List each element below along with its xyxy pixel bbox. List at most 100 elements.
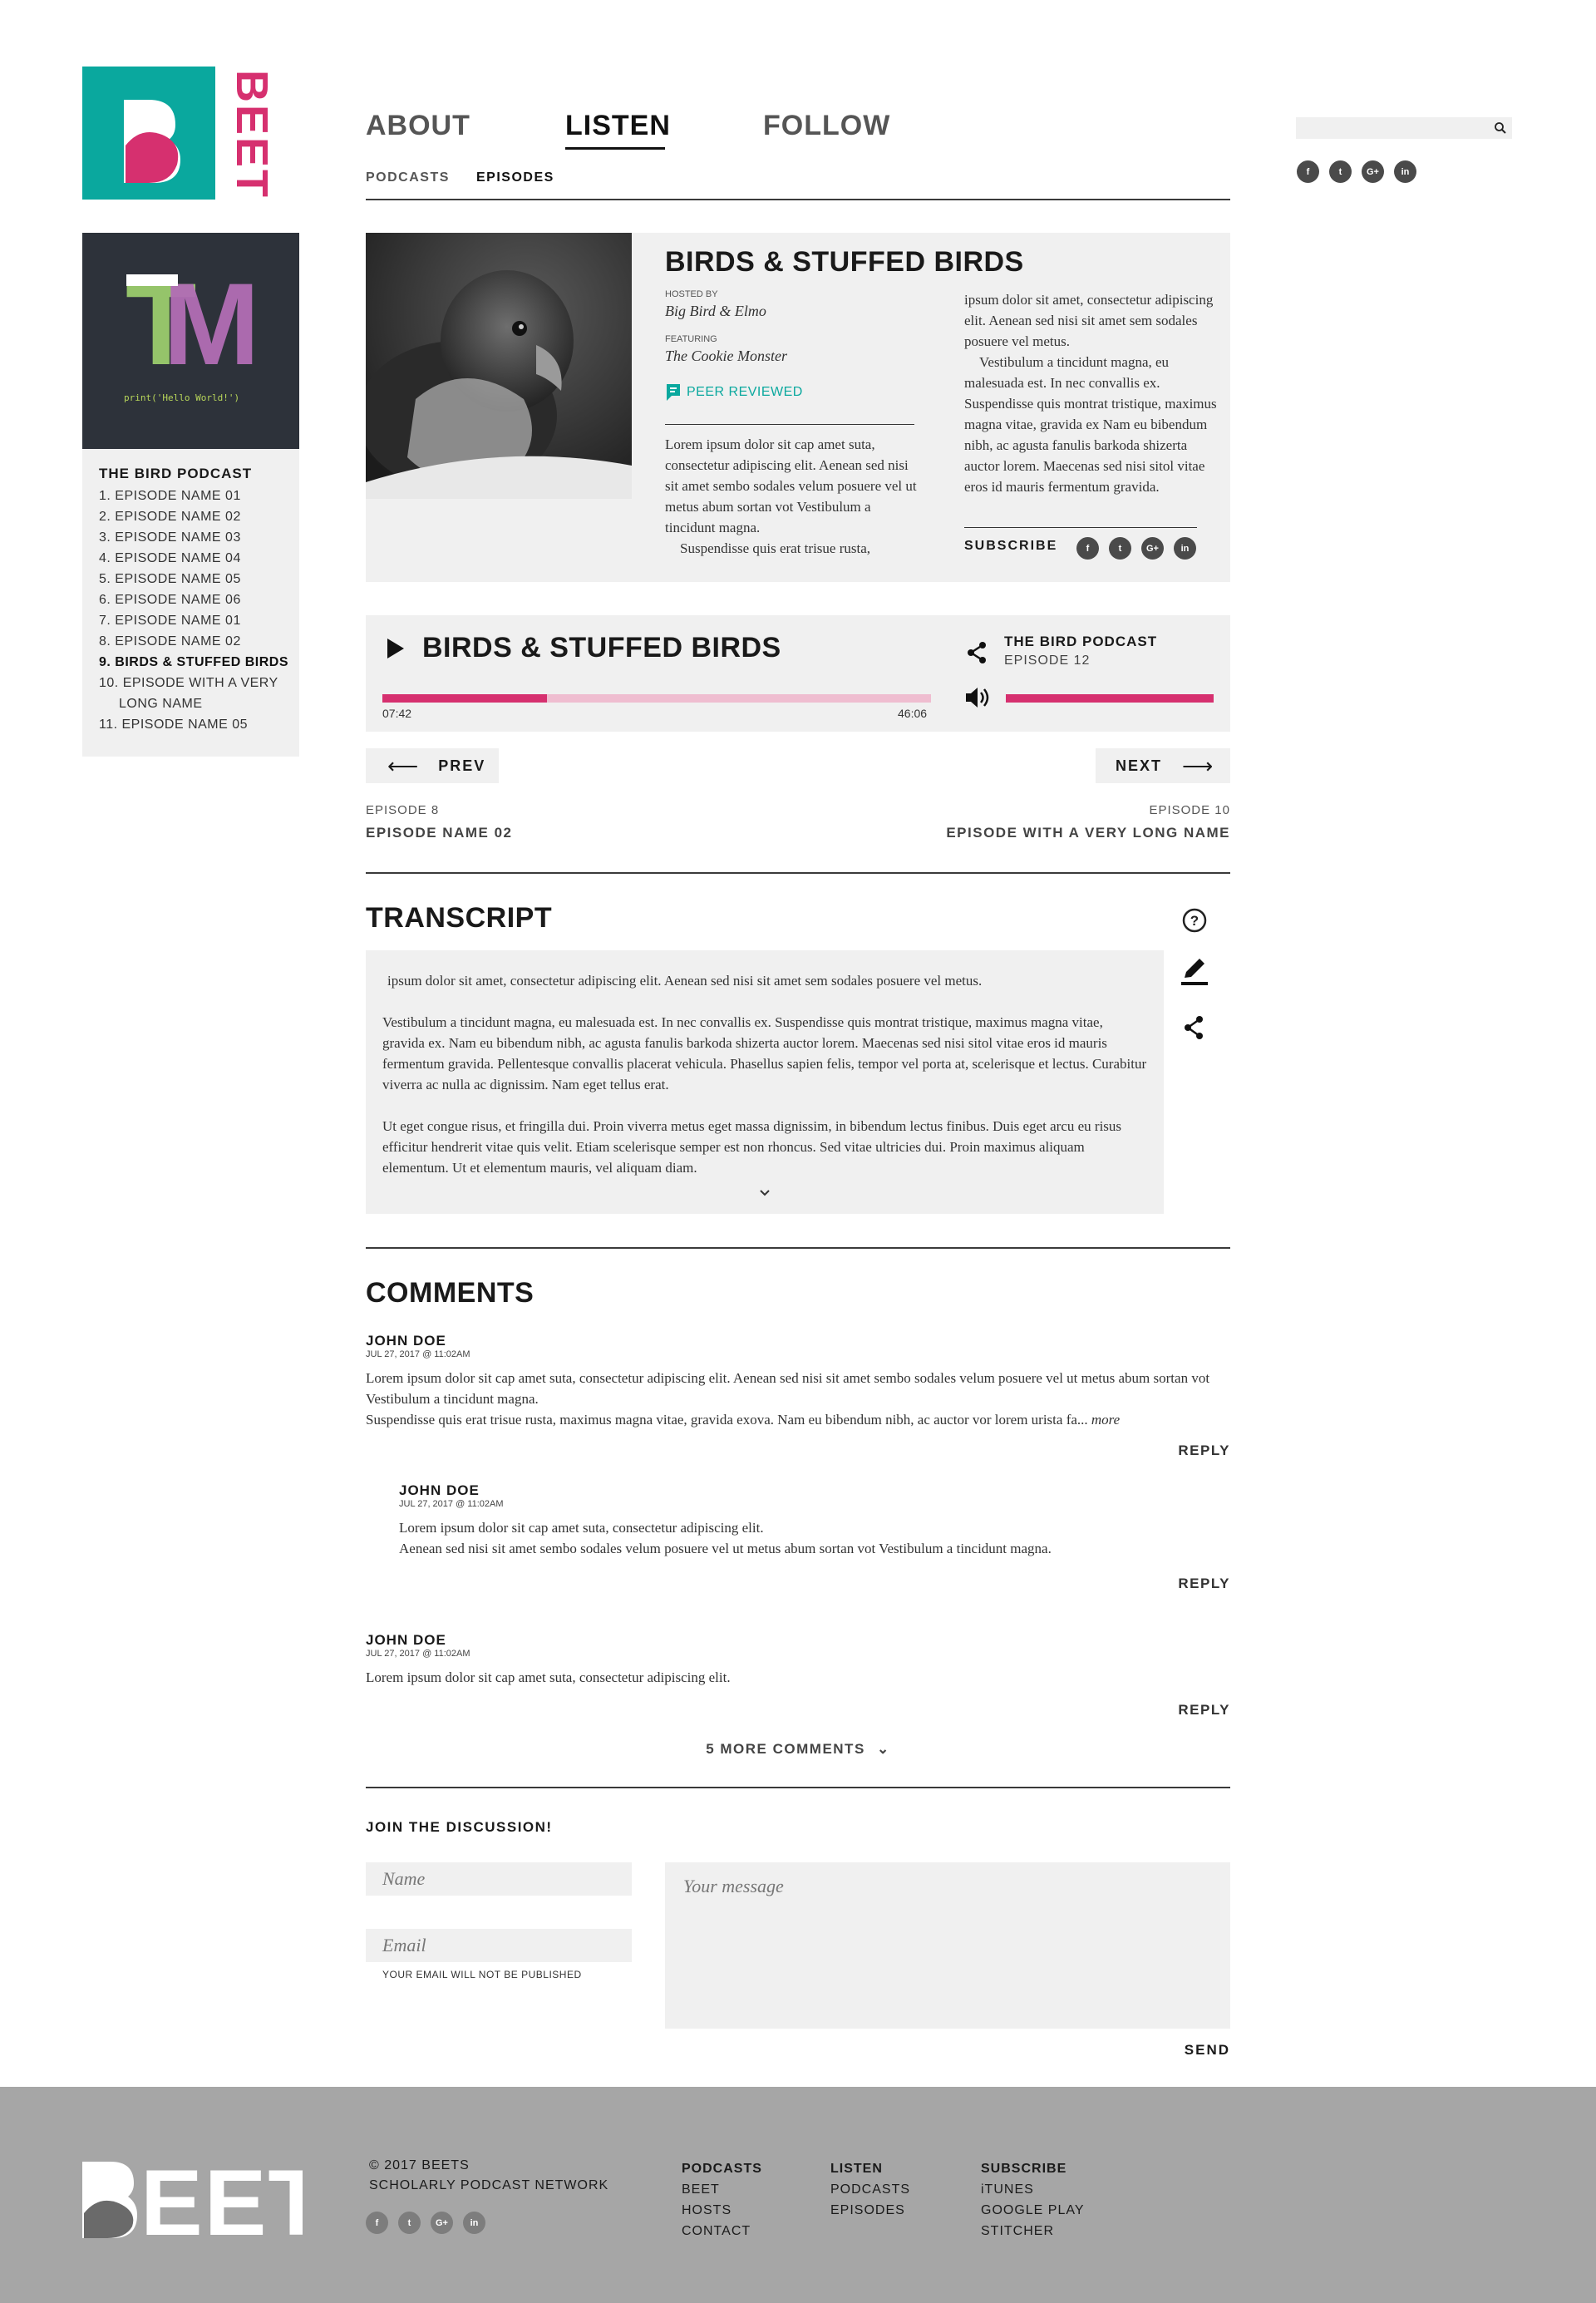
nav-listen[interactable]: LISTEN xyxy=(565,110,671,142)
volume-track[interactable] xyxy=(1006,694,1214,703)
twitter-icon[interactable]: t xyxy=(1329,160,1352,183)
transcript-paragraph: Ut eget congue risus, et fringilla dui. … xyxy=(382,1118,1122,1176)
volume-icon[interactable] xyxy=(964,685,991,710)
help-icon[interactable]: ? xyxy=(1181,907,1208,934)
episode-list-item-active[interactable]: 9. BIRDS & STUFFED BIRDS xyxy=(99,652,290,673)
description-left-text: Lorem ipsum dolor sit cap amet suta, con… xyxy=(665,436,917,535)
next-episode-name[interactable]: EPISODE WITH A VERY LONG NAME xyxy=(946,825,1230,841)
play-icon[interactable] xyxy=(386,637,406,660)
googleplus-icon[interactable]: G+ xyxy=(1362,160,1384,183)
twitter-icon[interactable]: t xyxy=(1109,537,1131,560)
reply-button[interactable]: REPLY xyxy=(1178,1702,1230,1719)
transcript-heading: TRANSCRIPT xyxy=(366,902,553,934)
footer-link[interactable]: CONTACT xyxy=(682,2221,762,2241)
footer-link[interactable]: GOOGLE PLAY xyxy=(981,2200,1085,2221)
googleplus-icon[interactable]: G+ xyxy=(431,2212,453,2234)
facebook-icon[interactable]: f xyxy=(1076,537,1099,560)
episode-list-item[interactable]: 4. EPISODE NAME 04 xyxy=(99,548,290,569)
episode-list-item[interactable]: 10. EPISODE WITH A VERY xyxy=(99,673,290,693)
message-field[interactable]: Your message xyxy=(665,1862,1230,2029)
transcript-paragraph: ipsum dolor sit amet, consectetur adipis… xyxy=(387,973,983,989)
episode-list-item[interactable]: 3. EPISODE NAME 03 xyxy=(99,527,290,548)
comment-text: Aenean sed nisi sit amet sembo sodales v… xyxy=(399,1541,1052,1556)
progress-track[interactable] xyxy=(382,694,931,703)
footer-logo[interactable]: EET xyxy=(82,2151,325,2255)
episode-title: BIRDS & STUFFED BIRDS xyxy=(665,246,1024,278)
comment: JOHN DOE JUL 27, 2017 @ 11:02AM Lorem ip… xyxy=(366,1333,1230,1458)
episode-list-item[interactable]: 2. EPISODE NAME 02 xyxy=(99,506,290,527)
subscribe-social-icons: f t G+ in xyxy=(1076,537,1206,560)
facebook-icon[interactable]: f xyxy=(1297,160,1319,183)
comment-text-line: Suspendisse quis erat trisue rusta, maxi… xyxy=(366,1409,1230,1430)
prev-episode-name[interactable]: EPISODE NAME 02 xyxy=(366,825,513,841)
read-more-link[interactable]: more xyxy=(1091,1412,1120,1428)
footer-column-heading[interactable]: PODCASTS xyxy=(682,2158,762,2179)
episode-list-item[interactable]: 1. EPISODE NAME 01 xyxy=(99,486,290,506)
twitter-icon[interactable]: t xyxy=(398,2212,421,2234)
name-field[interactable]: Name xyxy=(366,1862,632,1896)
episode-list-item[interactable]: 11. EPISODE NAME 05 xyxy=(99,714,290,735)
search-icon[interactable] xyxy=(1494,121,1507,135)
facebook-icon[interactable]: f xyxy=(366,2212,388,2234)
share-icon[interactable] xyxy=(964,640,989,665)
search-input[interactable] xyxy=(1296,117,1512,139)
episode-list-item[interactable]: 8. EPISODE NAME 02 xyxy=(99,631,290,652)
name-placeholder: Name xyxy=(382,1868,426,1889)
episode-list-item[interactable]: 7. EPISODE NAME 01 xyxy=(99,610,290,631)
comment-text: Lorem ipsum dolor sit cap amet suta, con… xyxy=(366,1370,1210,1407)
footer-link[interactable]: BEET xyxy=(682,2179,762,2200)
subscribe-label: SUBSCRIBE xyxy=(964,539,1058,553)
description-right-text: ipsum dolor sit amet, consectetur adipis… xyxy=(964,292,1214,349)
prev-episode-number: EPISODE 8 xyxy=(366,803,440,817)
featuring-label: FEATURING xyxy=(665,334,717,344)
discussion-heading: JOIN THE DISCUSSION! xyxy=(366,1819,553,1835)
nav-follow[interactable]: FOLLOW xyxy=(763,110,890,142)
logo[interactable]: BEET xyxy=(82,67,282,201)
chevron-down-icon[interactable] xyxy=(758,1188,771,1198)
footer-link[interactable]: STITCHER xyxy=(981,2221,1085,2241)
footer-column-heading[interactable]: SUBSCRIBE xyxy=(981,2158,1085,2179)
footer-column-listen: LISTEN PODCASTS EPISODES xyxy=(830,2158,910,2221)
subnav-episodes[interactable]: EPISODES xyxy=(476,170,554,185)
linkedin-icon[interactable]: in xyxy=(1394,160,1416,183)
nav-about[interactable]: ABOUT xyxy=(366,110,470,142)
share-icon[interactable] xyxy=(1181,1014,1206,1041)
footer-link[interactable]: HOSTS xyxy=(682,2200,762,2221)
email-field[interactable]: Email xyxy=(366,1929,632,1962)
more-comments-label: 5 MORE COMMENTS xyxy=(706,1741,865,1757)
current-time: 07:42 xyxy=(382,707,412,720)
svg-text:BEET: BEET xyxy=(230,70,277,200)
comment-reply: JOHN DOE JUL 27, 2017 @ 11:02AM Lorem ip… xyxy=(399,1482,1230,1591)
description-left-text-2: Suspendisse quis erat trisue rusta, xyxy=(680,540,870,556)
episode-list-item[interactable]: 5. EPISODE NAME 05 xyxy=(99,569,290,589)
reply-button[interactable]: REPLY xyxy=(1178,1442,1230,1459)
footer-link[interactable]: EPISODES xyxy=(830,2200,910,2221)
comment: JOHN DOE JUL 27, 2017 @ 11:02AM Lorem ip… xyxy=(366,1632,1230,1718)
description-right: ipsum dolor sit amet, consectetur adipis… xyxy=(964,289,1218,497)
send-button[interactable]: SEND xyxy=(1185,2042,1230,2059)
comment-date: JUL 27, 2017 @ 11:02AM xyxy=(366,1649,470,1659)
footer-link[interactable]: PODCASTS xyxy=(830,2179,910,2200)
next-episode-number: EPISODE 10 xyxy=(1149,803,1230,817)
footer-link[interactable]: iTUNES xyxy=(981,2179,1085,2200)
transcript-box: ipsum dolor sit amet, consectetur adipis… xyxy=(366,950,1164,1214)
sidebar-podcast-title[interactable]: THE BIRD PODCAST xyxy=(99,466,252,482)
section-divider-3 xyxy=(366,1787,1230,1788)
episode-list-item-continued[interactable]: LONG NAME xyxy=(99,693,290,714)
transcript-text: ipsum dolor sit amet, consectetur adipis… xyxy=(382,970,1147,1178)
reply-button[interactable]: REPLY xyxy=(1178,1576,1230,1592)
footer-column-heading[interactable]: LISTEN xyxy=(830,2158,910,2179)
podcast-cover[interactable]: T M print('Hello World!') xyxy=(82,233,299,449)
linkedin-icon[interactable]: in xyxy=(1174,537,1196,560)
logo-mark xyxy=(82,67,215,200)
more-comments-button[interactable]: 5 MORE COMMENTS ⌄ xyxy=(366,1741,1230,1758)
hosted-by-label: HOSTED BY xyxy=(665,289,718,299)
next-button[interactable]: NEXT ⟶ xyxy=(1096,748,1230,783)
prev-button[interactable]: ⟵ PREV xyxy=(366,748,499,783)
comment-body: Lorem ipsum dolor sit cap amet suta, con… xyxy=(399,1517,1230,1559)
googleplus-icon[interactable]: G+ xyxy=(1141,537,1164,560)
episode-list-item[interactable]: 6. EPISODE NAME 06 xyxy=(99,589,290,610)
edit-icon[interactable] xyxy=(1180,956,1209,986)
linkedin-icon[interactable]: in xyxy=(463,2212,485,2234)
subnav-podcasts[interactable]: PODCASTS xyxy=(366,170,450,185)
